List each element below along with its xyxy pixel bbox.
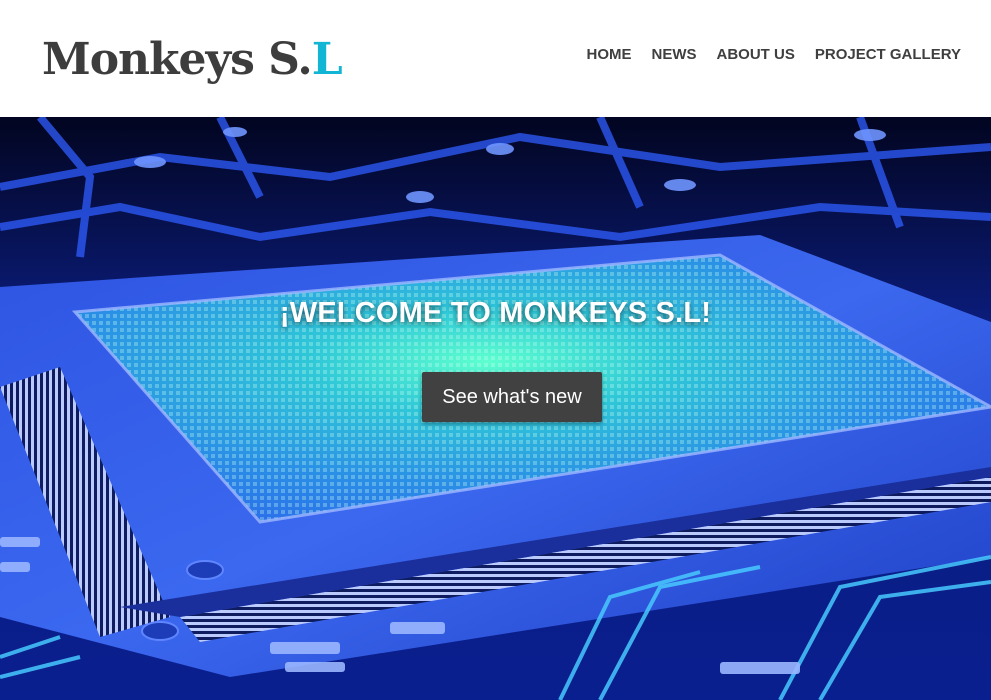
site-logo[interactable]: Monkeys S.L	[42, 30, 343, 90]
main-nav: HOME NEWS ABOUT US PROJECT GALLERY	[587, 44, 961, 66]
logo-text-main: Monkeys S.	[42, 34, 313, 85]
nav-item-home[interactable]: HOME	[587, 44, 632, 66]
hero-banner: ¡WELCOME TO MONKEYS S.L! See what's new	[0, 117, 991, 700]
hero-title: ¡WELCOME TO MONKEYS S.L!	[279, 297, 712, 329]
nav-item-news[interactable]: NEWS	[652, 44, 697, 66]
nav-item-about-us[interactable]: ABOUT US	[717, 44, 795, 66]
nav-item-project-gallery[interactable]: PROJECT GALLERY	[815, 44, 961, 66]
logo-text-accent: L	[311, 34, 343, 85]
see-whats-new-button[interactable]: See what's new	[422, 372, 602, 422]
site-header: Monkeys S.L HOME NEWS ABOUT US PROJECT G…	[0, 0, 991, 117]
